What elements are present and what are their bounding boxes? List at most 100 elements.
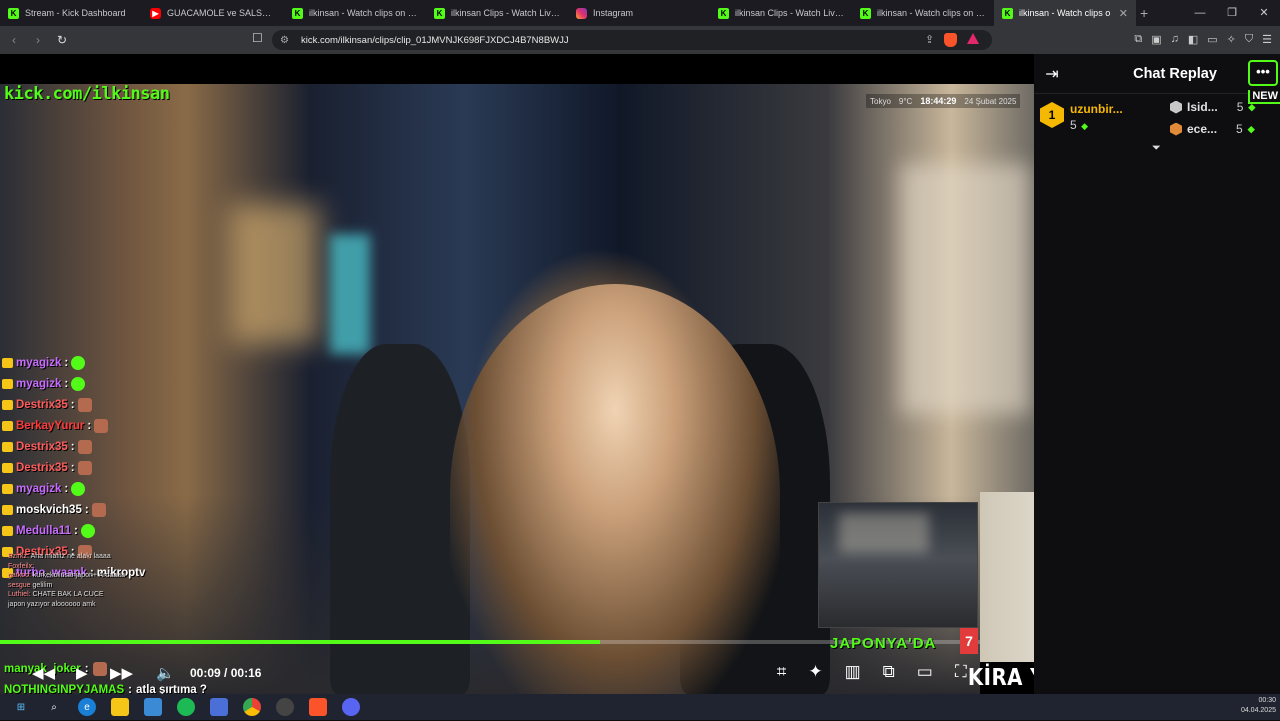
browser-tab[interactable]: Kilkinsan - Watch clips on Kick — [852, 0, 994, 26]
overlay-chat-row: myagizk : — [2, 373, 262, 394]
bookmark-icon[interactable]: ☐ — [252, 31, 263, 45]
sidebar-icon[interactable]: ◧ — [1188, 33, 1198, 46]
screenshot-icon[interactable]: ▣ — [1151, 33, 1161, 46]
mini-chat-line: japon yazıyor aloooooo amk — [8, 600, 125, 610]
browser-tab[interactable]: K Stream - Kick Dashboard — [0, 0, 142, 26]
new-tab-button[interactable]: + — [1140, 5, 1148, 21]
file-explorer-icon[interactable] — [111, 698, 129, 716]
chrome-icon[interactable] — [243, 698, 261, 716]
play-icon[interactable]: ▶ — [76, 664, 88, 682]
gift-icon: ◆ — [1247, 123, 1255, 134]
address-bar-actions: ⇪ — [925, 33, 980, 47]
wallet-icon[interactable]: ▭ — [1207, 33, 1217, 46]
vpn-icon[interactable]: ⛉ — [1245, 33, 1253, 46]
fullscreen-icon[interactable]: ⛶ — [955, 662, 967, 682]
windows-start-icon[interactable]: ⊞ — [12, 698, 30, 716]
pip-icon[interactable]: ⧉ — [883, 662, 895, 682]
chat-colon: : — [64, 356, 69, 369]
gifter-name: uzunbir... — [1070, 102, 1123, 116]
playback-time: 00:09 / 00:16 — [190, 666, 262, 680]
browser-tab[interactable]: Kilkinsan Clips - Watch Live on K — [426, 0, 568, 26]
taskbar-clock: 00:30 04.04.2025 — [1241, 696, 1276, 716]
mini-chat-line: Foxfeilx: — [8, 562, 125, 572]
gifter-name: ece... — [1187, 122, 1218, 136]
discord-icon[interactable] — [342, 698, 360, 716]
mini-chat-user: sesgue — [8, 581, 31, 589]
expand-leaderboard-icon[interactable]: ⏷ — [1152, 142, 1161, 155]
youtube-icon: ▶ — [150, 7, 161, 19]
chat-username: myagizk — [16, 482, 62, 495]
volume-icon[interactable]: 🔈 — [156, 664, 175, 682]
gifter-item[interactable]: Isid... 5 ◆ — [1170, 100, 1255, 114]
brave-shields-icon[interactable] — [944, 33, 958, 47]
chat-colon: : — [70, 398, 75, 411]
weather-city: Tokyo — [870, 96, 891, 106]
back-button[interactable]: ‹ — [4, 33, 24, 47]
tab-strip: K Stream - Kick Dashboard ▶ GUACAMOLE ve S… — [0, 0, 1280, 26]
obs-icon[interactable] — [276, 698, 294, 716]
close-window-button[interactable]: ✕ — [1248, 0, 1280, 26]
browser-toolbar: ‹ › ↻ ☐ ⚙ kick.com/ilkinsan/clips/clip_0… — [0, 26, 1280, 54]
chat-username: moskvich35 — [16, 503, 82, 516]
brave-rewards-icon[interactable] — [967, 33, 980, 44]
gifter-item[interactable]: ece... 5 ◆ — [1170, 122, 1255, 136]
chat-colon: : — [70, 440, 75, 453]
browser-tab[interactable]: ▶GUACAMOLE ve SALSA nasıl ya — [142, 0, 284, 26]
maximize-button[interactable]: ❐ — [1216, 0, 1248, 26]
more-options-button[interactable]: ••• — [1248, 60, 1278, 86]
chat-username: myagizk — [16, 356, 62, 369]
top-gifter[interactable]: 1 uzunbir... 5 ◆ — [1040, 102, 1123, 134]
neon-sign — [330, 234, 370, 354]
collapse-chat-icon[interactable]: ⇥ — [1034, 64, 1070, 84]
time-total: 00:16 — [230, 666, 262, 680]
close-tab-icon[interactable]: ✕ — [1119, 7, 1128, 20]
stats-icon[interactable]: ▥ — [845, 662, 861, 682]
clock-date: 04.04.2025 — [1240, 707, 1276, 714]
emote-icon — [71, 355, 86, 370]
emote-icon — [77, 397, 92, 412]
browser-tab[interactable]: Instagram — [568, 0, 710, 26]
forward-icon[interactable]: ▶▶ — [110, 664, 133, 682]
spotify-icon[interactable] — [177, 698, 195, 716]
kick-icon: K — [718, 7, 729, 19]
store-icon[interactable] — [144, 698, 162, 716]
chat-colon: : — [64, 377, 69, 390]
theater-icon[interactable]: ▭ — [917, 662, 933, 682]
overlay-chat-row: Medulla11 : — [2, 520, 262, 541]
kick-icon: K — [8, 7, 19, 19]
address-bar[interactable]: ⚙ kick.com/ilkinsan/clips/clip_01JMVNJK6… — [272, 30, 992, 50]
menu-icon[interactable]: ☰ — [1262, 33, 1272, 46]
search-icon[interactable]: ⌕ — [45, 698, 63, 716]
reload-button[interactable]: ↻ — [52, 33, 72, 47]
edge-icon[interactable]: e — [78, 698, 96, 716]
minimize-button[interactable]: — — [1184, 0, 1216, 26]
kick-icon: K — [292, 7, 303, 19]
kick-icon: K — [1002, 7, 1013, 19]
music-icon[interactable]: ♫ — [1171, 33, 1179, 46]
browser-tab[interactable]: Kilkinsan - Watch clips on Kick — [284, 0, 426, 26]
storefront-light — [230, 204, 320, 344]
mini-chat-line: sesgue gelilim — [8, 581, 125, 591]
mini-chat-message: gelilim — [32, 581, 53, 589]
browser-tab[interactable]: Kilkinsan Clips - Watch Live on K — [710, 0, 852, 26]
forward-button[interactable]: › — [28, 33, 48, 47]
emote-icon — [77, 439, 92, 454]
overlay-chat-row: moskvich35 : — [2, 499, 262, 520]
sub-badge-icon — [2, 462, 13, 473]
calculator-icon[interactable] — [210, 698, 228, 716]
browser-tab-active[interactable]: Kilkinsan - Watch clips o ✕ — [994, 0, 1136, 26]
rewind-icon[interactable]: ◀◀ — [32, 664, 55, 682]
brave-icon[interactable] — [309, 698, 327, 716]
site-info-icon[interactable]: ⚙ — [280, 35, 289, 46]
clip-icon[interactable]: ⌗ — [777, 662, 787, 682]
gift-icon: ◆ — [1081, 121, 1089, 131]
chat-username: Destrix35 — [16, 461, 68, 474]
sub-badge-icon — [2, 441, 13, 452]
extensions-icon[interactable]: ⧉ — [1134, 33, 1142, 46]
gifter-name: Isid... — [1187, 100, 1218, 114]
share-icon[interactable]: ⇪ — [925, 33, 934, 47]
sub-badge-icon — [2, 420, 13, 431]
sparkle-icon[interactable]: ✦ — [808, 662, 822, 682]
chat-colon: : — [84, 503, 89, 516]
leo-icon[interactable]: ✧ — [1227, 33, 1236, 46]
